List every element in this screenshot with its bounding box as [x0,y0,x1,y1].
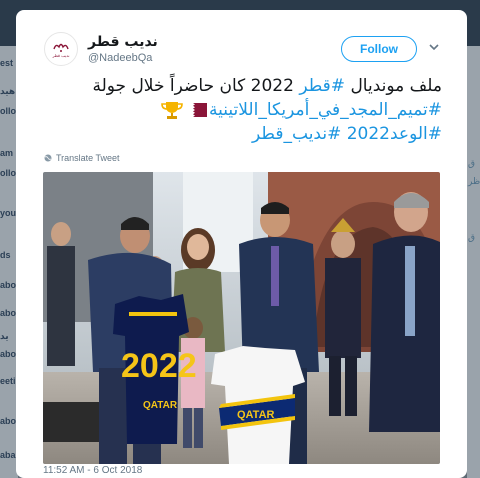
background-fragment: est [0,58,14,68]
globe-icon [44,154,52,162]
qatar-flag-icon [187,103,208,117]
tweet-text-plain: 2022 كان حاضراً خلال جولة [92,76,300,96]
background-fragment: ollo [0,168,16,178]
translate-tweet-link[interactable]: Translate Tweet [44,153,120,163]
background-fragment: ظر [468,176,480,186]
avatar[interactable]: نديب قطر [44,32,78,66]
follow-button[interactable]: Follow [341,36,417,62]
tweet-line-1: ملف مونديال #قطر 2022 كان حاضراً خلال جو… [46,74,442,98]
background-fragment: ق [468,158,475,168]
tweet-text-plain: ملف مونديال [345,76,442,96]
background-fragment: abo [0,308,17,318]
translate-tweet-label: Translate Tweet [56,153,120,163]
background-fragment: am [0,148,14,158]
background-fragment: ق [468,232,475,242]
background-fragment: you [0,208,17,218]
hashtag-link[interactable]: #تميم_المجد_في_أمريكا_اللاتينية [209,100,442,120]
tweet-line-3[interactable]: #الوعد2022 #نديب_قطر [46,122,442,146]
jersey-right-sponsor-text: QATAR [237,409,275,421]
background-fragment: abo [0,280,17,290]
background-fragment: abo [0,416,17,426]
chevron-down-icon[interactable] [427,40,441,54]
background-fragment: يد [0,331,9,341]
jersey-sponsor-text: QATAR [143,400,178,411]
tweet-text: ملف مونديال #قطر 2022 كان حاضراً خلال جو… [46,74,442,146]
photo-scene: 2022 QATAR QATAR [43,172,440,464]
tweet-line-2: #تميم_المجد_في_أمريكا_اللاتينية [46,98,442,122]
background-fragment: ollo [0,106,16,116]
hashtag-link[interactable]: #قطر [299,76,345,96]
jersey-number-text: 2022 [121,347,197,385]
display-name[interactable]: نديب قطر [88,34,158,50]
user-handle[interactable]: @NadeebQa [88,52,152,64]
background-fragment: aba [0,450,16,460]
tweet-modal: نديب قطر نديب قطر @NadeebQa Follow ملف م… [16,10,467,478]
tweet-timestamp[interactable]: 11:52 AM - 6 Oct 2018 [43,465,142,476]
background-fragment: ds [0,250,11,260]
background-fragment: هید [0,86,16,96]
nadeeb-logo-icon [53,43,69,52]
background-right-column: ق ظر ق [467,46,480,478]
trophy-icon [161,102,183,119]
tweet-photo[interactable]: 2022 QATAR QATAR [43,172,440,464]
background-fragment: abo [0,349,17,359]
avatar-logo-text: نديب قطر [52,52,70,58]
